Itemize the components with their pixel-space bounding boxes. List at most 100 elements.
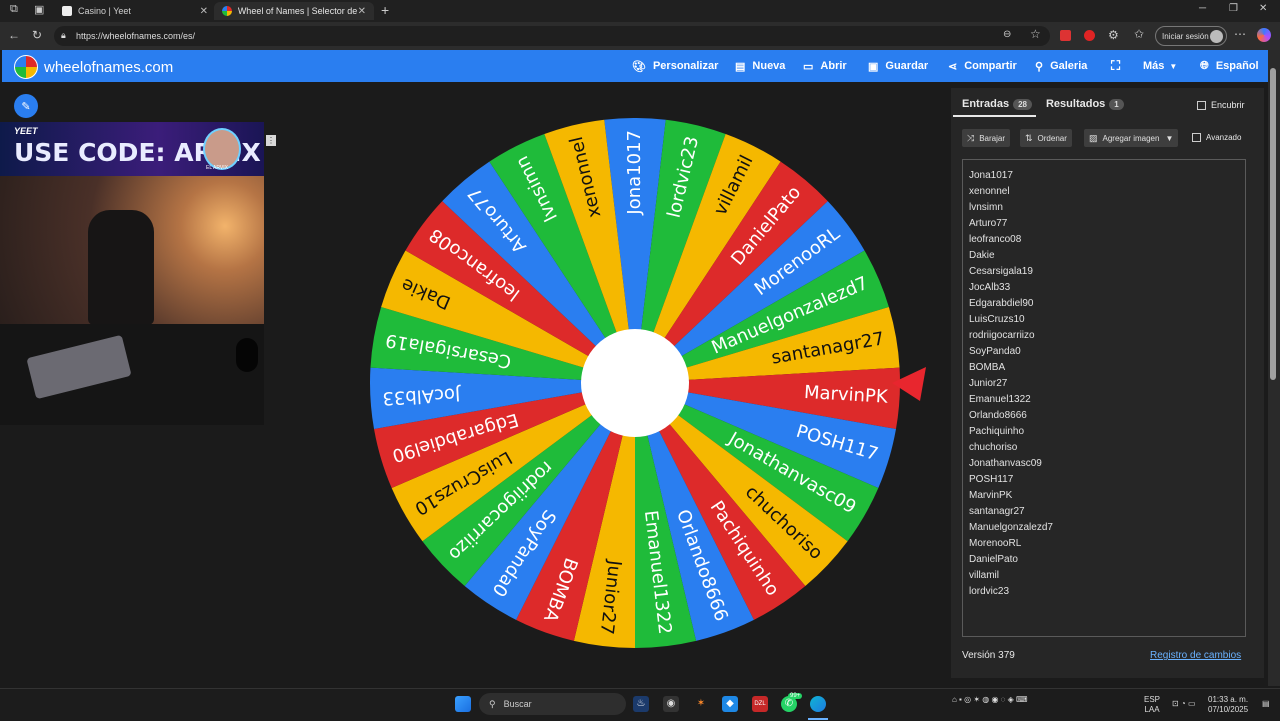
entry-line: Edgarabdiel90	[969, 298, 1034, 309]
lock-icon: 🔒︎	[61, 30, 66, 40]
tab-entries-label: Entradas	[962, 98, 1010, 110]
results-count-badge: 1	[1109, 99, 1124, 110]
signin-label: Iniciar sesión	[1162, 31, 1209, 41]
hide-toggle[interactable]: Encubrir	[1197, 100, 1245, 110]
entries-textarea[interactable]: Jona1017 xenonnel lvnsimn Arturo77 leofranco…	[962, 159, 1246, 637]
wheel-logo-icon	[14, 55, 38, 79]
edge-icon[interactable]	[810, 696, 826, 712]
obs-icon[interactable]: ◉	[663, 696, 679, 712]
entry-line: DanielPato	[969, 554, 1018, 565]
entry-line: MorenooRL	[969, 538, 1022, 549]
wheel-of-names[interactable]: Jona1017 lordvic23 villamilDanielPatoMoren…	[368, 118, 928, 658]
workspaces-icon[interactable]: ⧉	[10, 3, 18, 16]
image-icon: ▨	[1089, 132, 1098, 143]
entry-line: POSH117	[969, 474, 1014, 485]
nav-save[interactable]: ▣ Guardar	[868, 50, 928, 82]
fullscreen-button[interactable]: ⛶	[1111, 50, 1120, 82]
nav-gallery[interactable]: ⚲ Galeria	[1035, 50, 1087, 82]
close-window-icon[interactable]: ✕	[1259, 3, 1267, 14]
webcam-feed	[0, 176, 264, 325]
add-image-button[interactable]: ▨ Agregar imagen ▼	[1084, 129, 1179, 147]
hide-checkbox[interactable]	[1197, 100, 1206, 110]
app-icon[interactable]: DZL	[752, 696, 768, 712]
advanced-checkbox[interactable]	[1192, 133, 1201, 142]
copilot-icon[interactable]	[1257, 28, 1271, 42]
entry-line: SoyPanda0	[969, 346, 1021, 357]
refresh-icon[interactable]: ↻	[32, 28, 42, 42]
entry-line: Junior27	[969, 378, 1008, 389]
network-icon[interactable]: ⊡ ◔ ▭	[1172, 699, 1196, 709]
lang-line1: ESP	[1144, 695, 1161, 704]
nav-more[interactable]: Más ▼	[1143, 50, 1177, 82]
brand-name: wheelofnames.com	[44, 58, 174, 76]
sort-button[interactable]: ⇅ Ordenar	[1020, 129, 1072, 147]
save-icon: ▣	[868, 60, 879, 73]
brand[interactable]: wheelofnames.com	[14, 55, 173, 79]
nav-open[interactable]: ▭ Abrir	[803, 50, 847, 82]
edit-button[interactable]: ✎	[14, 94, 38, 118]
app-header: wheelofnames.com 🎨︎ Personalizar ▤ Nueva ▭…	[2, 50, 1268, 82]
start-icon[interactable]	[455, 696, 471, 712]
time-text: 01:33 a. m.	[1208, 695, 1249, 704]
app-icon[interactable]: ✶	[693, 696, 709, 712]
language-indicator[interactable]: ESP LAA	[1144, 695, 1160, 715]
folder-icon: ▭	[803, 60, 814, 73]
search-label: Buscar	[503, 699, 532, 709]
fullscreen-icon: ⛶	[1111, 58, 1121, 73]
nav-share[interactable]: ⋖ Compartir	[948, 50, 1017, 82]
panel-tabs: Entradas 28 Resultados 1	[962, 98, 1124, 110]
nav-language[interactable]: 🌐︎ Español	[1200, 50, 1259, 82]
nav-new[interactable]: ▤ Nueva	[735, 50, 785, 82]
entry-line: santanagr27	[969, 506, 1025, 517]
favorites-icon[interactable]: ✩	[1134, 27, 1144, 41]
tab-actions-icon[interactable]: ▣	[34, 3, 44, 16]
scrollbar-thumb[interactable]	[1270, 68, 1276, 380]
shuffle-label: Barajar	[979, 133, 1005, 143]
browser-tab-wheel[interactable]: Wheel of Names | Selector de nom ✕	[214, 2, 374, 20]
steam-icon[interactable]: ♨	[633, 696, 649, 712]
lang-line2: LAA	[1144, 705, 1160, 714]
nav-label: Más	[1143, 60, 1165, 72]
favorite-star-icon[interactable]: ☆	[1030, 27, 1041, 41]
desk-cam-feed	[0, 324, 264, 425]
overlay-menu-button[interactable]: ⋮	[266, 135, 276, 146]
signin-button[interactable]: Iniciar sesión	[1155, 26, 1227, 46]
extension-icon[interactable]	[1084, 30, 1095, 41]
tab-results[interactable]: Resultados 1	[1046, 98, 1124, 110]
entry-line: chuchoriso	[969, 442, 1018, 453]
minimize-icon[interactable]: ─	[1199, 3, 1206, 14]
notification-icon[interactable]: ▤	[1262, 699, 1270, 709]
windows-taskbar: ⚲ Buscar ♨ ◉ ✶ ◆ DZL ✆ 99+ ⌂ ▪ ◎ ✶ ◍ ◉ ◌ …	[0, 688, 1280, 721]
entry-line: lordvic23	[969, 586, 1010, 597]
more-menu-icon[interactable]: ⋯	[1234, 27, 1246, 41]
stream-overlay: YEET USE CODE: ARVIX EL ARVIX	[0, 120, 264, 425]
close-tab-icon[interactable]: ✕	[200, 6, 208, 17]
entry-line: LuisCruzs10	[969, 314, 1025, 325]
reader-icon[interactable]: ⊖	[1003, 29, 1011, 40]
taskbar-search[interactable]: ⚲ Buscar	[479, 693, 626, 715]
entry-line: Orlando8666	[969, 410, 1027, 421]
promo-banner: YEET USE CODE: ARVIX EL ARVIX	[0, 122, 264, 176]
streamer-avatar	[203, 128, 241, 170]
nav-customize[interactable]: 🎨︎ Personalizar	[632, 50, 718, 82]
new-tab-icon[interactable]: +	[381, 2, 389, 18]
tray-icons[interactable]: ⌂ ▪ ◎ ✶ ◍ ◉ ◌ ◈ ⌨	[952, 695, 1028, 705]
nav-label: Personalizar	[652, 60, 719, 72]
extension-icon[interactable]	[1060, 30, 1071, 41]
advanced-toggle[interactable]: Avanzado	[1192, 133, 1241, 142]
browser-tab-casino[interactable]: Casino | Yeet ✕	[54, 2, 216, 20]
nav-label: Galeria	[1050, 60, 1088, 72]
page-scrollbar[interactable]	[1268, 50, 1280, 686]
app-icon[interactable]: ◆	[722, 696, 738, 712]
close-tab-icon[interactable]: ✕	[358, 6, 366, 17]
shuffle-button[interactable]: ⤨ Barajar	[962, 129, 1010, 147]
changelog-link[interactable]: Registro de cambios	[1150, 650, 1241, 661]
wheel-center[interactable]	[581, 329, 689, 437]
clock[interactable]: 01:33 a. m. 07/10/2025	[1208, 695, 1248, 715]
extensions-icon[interactable]: ⚙	[1108, 28, 1119, 42]
restore-icon[interactable]: ❐	[1229, 3, 1238, 14]
tab-entries[interactable]: Entradas 28	[962, 98, 1032, 110]
url-field[interactable]: 🔒︎ https://wheelofnames.com/es/	[54, 26, 1050, 46]
entries-count-badge: 28	[1013, 99, 1032, 110]
back-icon[interactable]: ←	[8, 28, 20, 42]
